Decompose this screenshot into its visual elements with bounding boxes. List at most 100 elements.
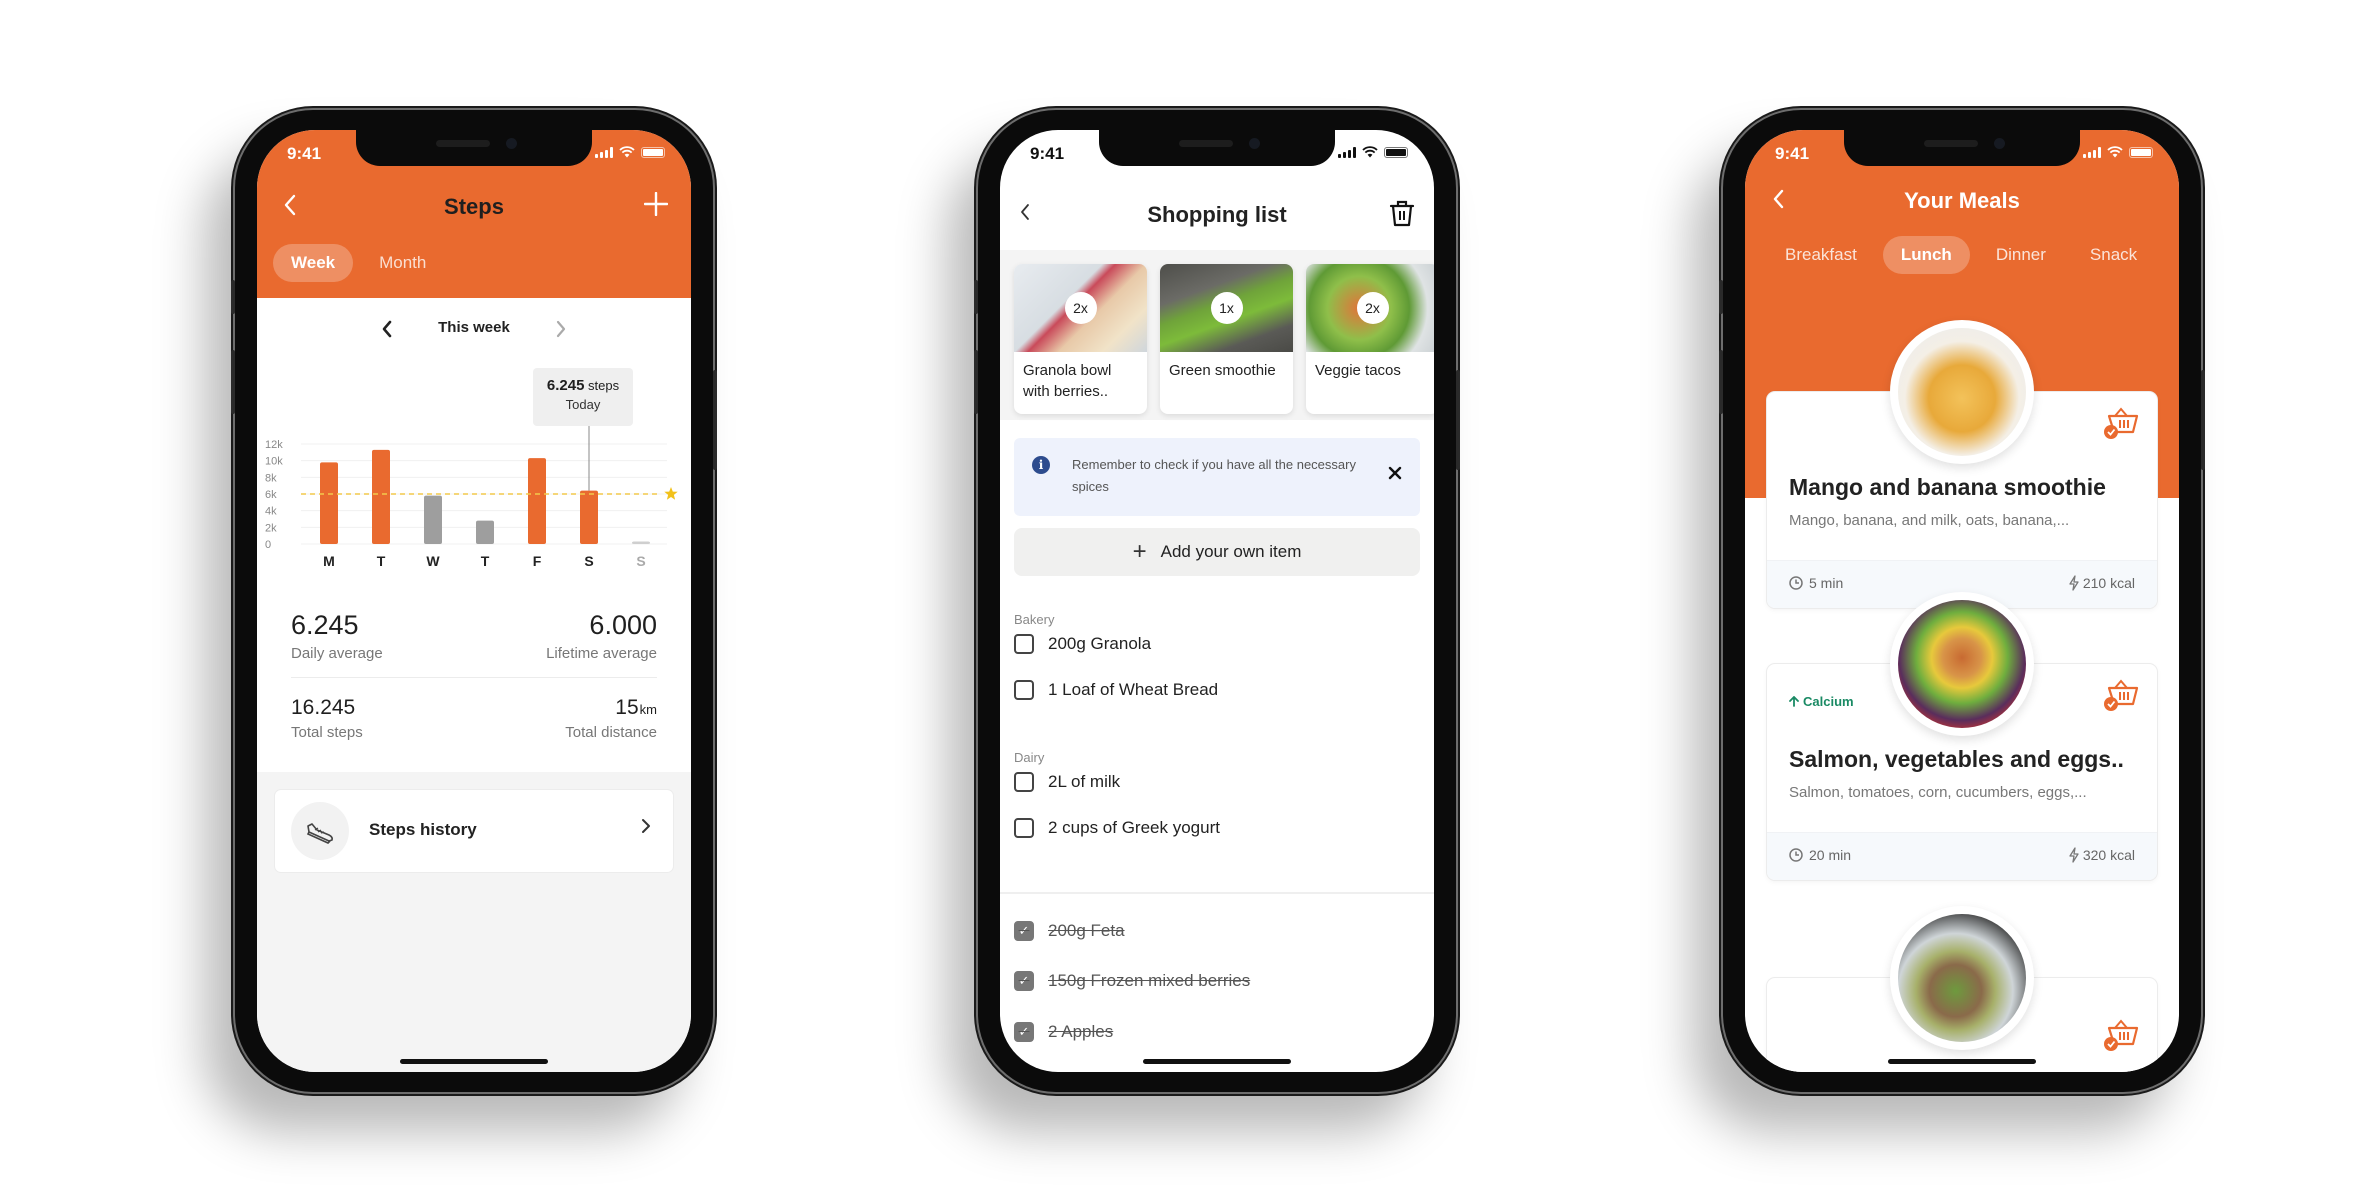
tab-breakfast[interactable]: Breakfast — [1767, 236, 1875, 274]
y-tick-label: 0 — [265, 539, 271, 551]
checkbox[interactable] — [1014, 772, 1034, 792]
meal-time: 20 min — [1789, 847, 1851, 863]
recipe-card[interactable]: 2x Veggie tacos — [1306, 264, 1434, 414]
bar-1 — [372, 449, 390, 544]
plus-icon — [643, 191, 669, 217]
nutrient-tag: Calcium — [1789, 694, 1854, 709]
phone-shopping: 9:41 Shopping list 2x Granola bowl with … — [974, 110, 1460, 1092]
volume-up-button — [231, 350, 235, 414]
daily-average-value: 6.245 — [291, 610, 359, 640]
total-distance-value: 15 — [615, 696, 639, 719]
total-distance-stat: 15km Total distance — [565, 696, 657, 741]
tooltip-unit: steps — [588, 378, 620, 393]
shopping-item[interactable]: 2 cups of Greek yogurt — [1014, 817, 1220, 839]
shopping-item-checked[interactable]: ✓ 150g Frozen mixed berries — [1014, 970, 1250, 992]
y-tick-label: 8k — [265, 472, 277, 484]
x-tick-label: F — [533, 553, 542, 569]
section-label: Bakery — [1014, 612, 1055, 627]
meal-card[interactable]: Mango and banana smoothie Mango, banana,… — [1767, 320, 2157, 608]
status-time: 9:41 — [1030, 144, 1065, 163]
checkbox[interactable] — [1014, 634, 1034, 654]
close-banner-button[interactable] — [1388, 460, 1402, 486]
tab-dinner[interactable]: Dinner — [1978, 236, 2064, 274]
battery-icon — [1384, 146, 1408, 158]
recipe-card[interactable]: 1x Green smoothie — [1160, 264, 1293, 414]
add-to-basket-button[interactable] — [2101, 406, 2141, 442]
x-tick-label: T — [377, 553, 386, 569]
plus-icon: + — [1132, 538, 1147, 565]
bar-6 — [632, 541, 650, 544]
shopping-item[interactable]: 2L of milk — [1014, 771, 1120, 793]
lifetime-average-value: 6.000 — [589, 610, 657, 640]
tab-snack[interactable]: Snack — [2072, 236, 2155, 274]
shopping-item[interactable]: 1 Loaf of Wheat Bread — [1014, 679, 1218, 701]
lifetime-average-stat: 6.000 Lifetime average — [546, 610, 657, 662]
next-week-button[interactable] — [555, 308, 567, 348]
recipe-card[interactable]: 2x Granola bowl with berries.. — [1014, 264, 1147, 414]
tooltip-value: 6.245 — [546, 377, 585, 394]
meal-calories: 210 kcal — [2069, 575, 2135, 591]
recipe-name: Veggie tacos — [1315, 362, 1401, 379]
week-navigator: This week — [257, 308, 691, 348]
shopping-item-text: 2L of milk — [1048, 772, 1121, 791]
period-label: This week — [438, 319, 510, 336]
volume-up-button — [1719, 350, 1723, 414]
shopping-item-checked[interactable]: ✓ 2 Apples — [1014, 1021, 1113, 1043]
y-tick-label: 12k — [265, 439, 283, 451]
shopping-navbar: Shopping list — [1000, 190, 1434, 250]
steps-stats: 6.245 Daily average 6.000 Lifetime avera… — [291, 600, 657, 756]
recipe-image: 2x — [1014, 264, 1147, 352]
phone-meals: 9:41 Your Meals Breakfast Lunch Dinner S… — [1719, 110, 2205, 1092]
checkbox[interactable] — [1014, 818, 1034, 838]
battery-icon — [641, 146, 665, 158]
power-button — [713, 370, 717, 470]
meal-time-value: 20 min — [1809, 847, 1852, 863]
section-label: Dairy — [1014, 750, 1045, 765]
previous-week-button[interactable] — [381, 308, 393, 348]
steps-chart: 0 2k 4k 6k 8k 10k 12k M T W T F S S 6.245 steps Today — [257, 358, 691, 588]
add-to-basket-button[interactable] — [2101, 678, 2141, 714]
add-own-item-button[interactable]: + Add your own item — [1014, 528, 1420, 576]
add-item-label: Add your own item — [1160, 542, 1302, 561]
add-button[interactable] — [639, 188, 673, 222]
recipe-quantity-badge: 1x — [1210, 292, 1243, 324]
checkbox[interactable] — [1014, 680, 1034, 700]
checkbox-checked[interactable]: ✓ — [1014, 1022, 1034, 1042]
checkbox-checked[interactable]: ✓ — [1014, 971, 1034, 991]
delete-button[interactable] — [1388, 196, 1416, 230]
home-indicator[interactable] — [1888, 1059, 2036, 1064]
wifi-icon — [2107, 146, 2123, 158]
shoe-icon — [306, 823, 333, 844]
shopping-item[interactable]: 200g Granola — [1014, 633, 1151, 655]
checkbox-checked[interactable]: ✓ — [1014, 921, 1034, 941]
wifi-icon — [619, 146, 635, 158]
meal-card[interactable]: Calcium Salmon, vegetables and eggs.. Sa… — [1767, 592, 2157, 880]
y-tick-label: 4k — [265, 506, 277, 518]
shopping-item-checked[interactable]: ✓ 200g Feta — [1014, 920, 1125, 942]
close-icon — [1388, 466, 1402, 480]
meal-card[interactable] — [1767, 906, 2157, 1072]
daily-average-label: Daily average — [291, 645, 383, 662]
steps-history-link[interactable]: Steps history — [275, 790, 673, 872]
tab-lunch[interactable]: Lunch — [1882, 236, 1970, 274]
tab-month[interactable]: Month — [361, 244, 444, 282]
notch — [1844, 130, 2080, 166]
tab-week[interactable]: Week — [273, 244, 354, 282]
add-to-basket-button[interactable] — [2101, 1018, 2141, 1054]
bar-3 — [476, 520, 494, 544]
recipe-image: 1x — [1160, 264, 1293, 352]
power-button — [2201, 370, 2205, 470]
x-tick-label: W — [426, 553, 440, 569]
bar-4 — [528, 458, 546, 544]
trash-icon — [1389, 200, 1415, 227]
home-indicator[interactable] — [400, 1059, 548, 1064]
battery-icon — [2129, 146, 2153, 158]
chevron-left-icon — [382, 320, 392, 338]
mute-switch — [1719, 280, 1723, 314]
chevron-right-icon — [641, 814, 651, 840]
info-banner-text: Remember to check if you have all the ne… — [1072, 457, 1356, 494]
bar-5 — [580, 490, 598, 544]
info-banner: i Remember to check if you have all the … — [1014, 438, 1420, 516]
home-indicator[interactable] — [1143, 1059, 1291, 1064]
recipes-carousel: 2x Granola bowl with berries.. 1x Green … — [1000, 250, 1434, 420]
